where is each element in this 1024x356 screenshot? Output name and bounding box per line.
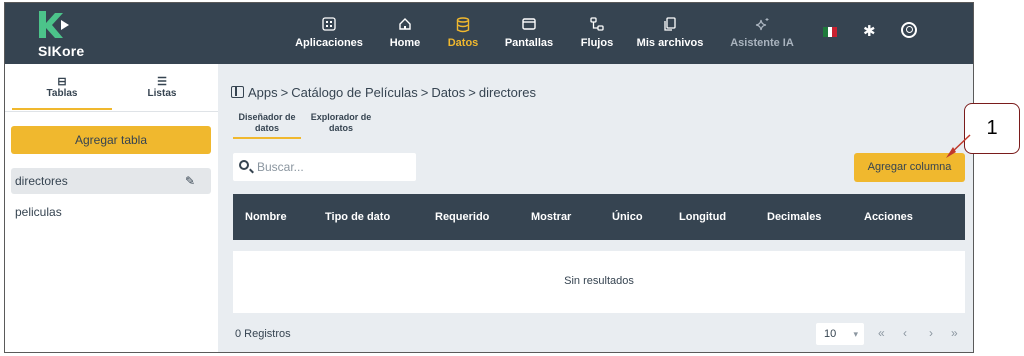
nav-item-mis-archivos[interactable]: Mis archivos [633, 17, 707, 53]
tab-explorador-de-datos[interactable]: Explorador de datos [305, 112, 377, 134]
search-placeholder: Buscar... [257, 160, 304, 174]
top-navigation-bar: SIKore Aplicaciones Home Datos Pantallas [5, 3, 973, 64]
last-page-icon[interactable]: » [951, 326, 958, 340]
breadcrumb-separator: > [280, 85, 289, 100]
add-table-button[interactable]: Agregar tabla [11, 126, 211, 154]
tab-listas[interactable]: ☰ Listas [117, 76, 207, 99]
sidebar-toggle-icon[interactable] [231, 86, 244, 98]
sparkle-icon [727, 17, 797, 35]
column-header: Acciones [864, 211, 913, 223]
nav-label: Datos [447, 37, 479, 49]
previous-page-icon[interactable]: ‹ [903, 326, 907, 340]
column-header: Requerido [435, 211, 490, 223]
sidebar-item-directores[interactable]: directores ✎ [11, 168, 211, 194]
nav-item-datos[interactable]: Datos [443, 17, 483, 53]
nav-item-pantallas[interactable]: Pantallas [502, 17, 556, 53]
sidebar-item-label: peliculas [15, 205, 62, 219]
app-name: SIKore [38, 43, 85, 59]
logo-mark-icon [39, 11, 69, 38]
tab-disenador-de-datos[interactable]: Diseñador de datos [231, 112, 303, 134]
database-icon [443, 17, 483, 35]
subtab-line1: Explorador de [310, 112, 372, 122]
user-profile-icon[interactable] [901, 22, 917, 38]
files-icon [633, 17, 707, 35]
table-header: Nombre Tipo de dato Requerido Mostrar Ún… [233, 194, 965, 240]
logo[interactable]: SIKore [30, 9, 90, 61]
search-input[interactable]: Buscar... [233, 153, 416, 181]
nav-label: Pantallas [504, 37, 554, 49]
breadcrumb-apps[interactable]: Apps [248, 85, 278, 100]
next-page-icon[interactable]: › [929, 326, 933, 340]
annotation-callout: 1 [964, 103, 1020, 154]
search-icon [239, 160, 249, 170]
records-count: 0 Registros [235, 328, 291, 340]
nav-item-asistente-ia[interactable]: Asistente IA [727, 17, 797, 53]
nav-label: Asistente IA [730, 37, 794, 49]
app-window: SIKore Aplicaciones Home Datos Pantallas [4, 2, 974, 353]
tab-label: Tablas [46, 88, 78, 99]
home-icon [385, 17, 425, 35]
sidebar-item-peliculas[interactable]: peliculas [11, 199, 211, 225]
subtab-line1: Diseñador de [238, 112, 296, 122]
list-icon: ☰ [157, 76, 167, 88]
nav-item-aplicaciones[interactable]: Aplicaciones [292, 17, 366, 53]
breadcrumb-table: directores [478, 85, 536, 100]
column-header: Nombre [245, 211, 287, 223]
column-header: Decimales [767, 211, 822, 223]
nav-item-flujos[interactable]: Flujos [577, 17, 617, 53]
column-header: Único [612, 211, 643, 223]
add-column-button[interactable]: Agregar columna [854, 153, 965, 182]
nav-label: Aplicaciones [295, 37, 363, 49]
table-body: Sin resultados [233, 251, 965, 313]
subtab-line2: datos [328, 123, 353, 133]
window-icon [502, 17, 556, 35]
empty-state-text: Sin resultados [564, 275, 634, 287]
column-header: Tipo de dato [325, 211, 391, 223]
subtab-line2: datos [254, 123, 279, 133]
settings-gear-icon[interactable]: ✱ [863, 22, 876, 40]
breadcrumb-separator: > [420, 85, 429, 100]
column-header: Longitud [679, 211, 727, 223]
edit-pencil-icon[interactable]: ✎ [185, 168, 195, 194]
tab-label: Listas [147, 88, 177, 99]
apps-icon [292, 17, 366, 35]
mexico-flag-icon[interactable] [823, 27, 838, 37]
active-tab-indicator [12, 108, 112, 110]
table-icon: ⊟ [57, 76, 67, 88]
nav-label: Mis archivos [636, 37, 704, 49]
breadcrumb-separator: > [468, 85, 476, 100]
flow-icon [577, 17, 617, 35]
page-size-value: 10 [824, 328, 837, 340]
breadcrumb-section[interactable]: Datos [431, 85, 465, 100]
sidebar-item-label: directores [15, 174, 68, 188]
divider [5, 111, 218, 112]
breadcrumb: Apps > Catálogo de Películas > Datos > directo… [231, 85, 536, 100]
nav-label: Flujos [580, 37, 614, 49]
chevron-down-icon: ▾ [853, 329, 858, 339]
breadcrumb-app[interactable]: Catálogo de Películas [291, 85, 417, 100]
sidebar: ⊟ Tablas ☰ Listas Agregar tabla director… [5, 64, 218, 352]
tab-tablas[interactable]: ⊟ Tablas [17, 76, 107, 99]
first-page-icon[interactable]: « [878, 326, 885, 340]
page-size-select[interactable]: 10 ▾ [816, 323, 864, 345]
nav-item-home[interactable]: Home [385, 17, 425, 53]
active-subtab-indicator [233, 137, 301, 139]
column-header: Mostrar [531, 211, 572, 223]
nav-label: Home [389, 37, 421, 49]
